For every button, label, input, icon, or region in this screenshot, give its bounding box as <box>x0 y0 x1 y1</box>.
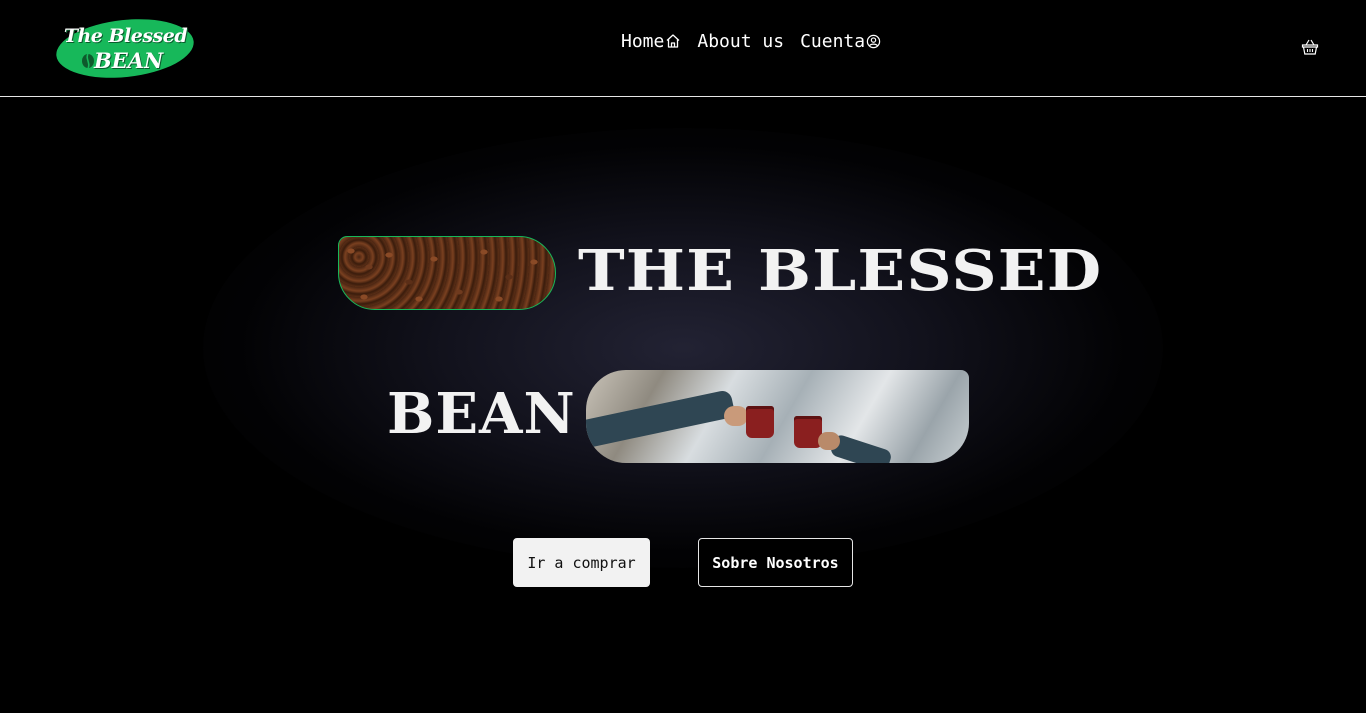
hero-glow <box>203 128 1163 568</box>
logo-text-line2: BEAN <box>94 48 164 73</box>
coffee-mugs-toast-image <box>586 370 969 463</box>
left-mug <box>746 406 774 438</box>
navbar: The Blessed BEAN Home About us Cuenta <box>0 0 1366 97</box>
coffee-beans-image <box>338 236 556 310</box>
user-circle-icon <box>866 34 881 48</box>
nav-home[interactable]: Home <box>621 31 681 52</box>
right-hand <box>818 432 840 450</box>
basket-icon[interactable] <box>1301 38 1319 56</box>
nav-about-label: About us <box>697 30 785 52</box>
nav-home-label: Home <box>621 30 665 52</box>
brand-logo[interactable]: The Blessed BEAN <box>53 12 197 85</box>
nav-about-us[interactable]: About us <box>697 31 784 52</box>
hero-title-line1: THE BLESSED <box>578 238 1103 304</box>
left-hand <box>724 406 748 426</box>
hero-title-line2: BEAN <box>387 381 576 447</box>
shop-button[interactable]: Ir a comprar <box>513 538 650 587</box>
logo-text-line1: The Blessed <box>63 25 188 47</box>
home-icon <box>666 34 680 48</box>
left-arm <box>586 389 736 448</box>
about-button[interactable]: Sobre Nosotros <box>698 538 853 587</box>
nav-cuenta[interactable]: Cuenta <box>800 31 881 52</box>
main-nav: Home About us Cuenta <box>621 30 897 52</box>
nav-cuenta-label: Cuenta <box>800 30 866 52</box>
